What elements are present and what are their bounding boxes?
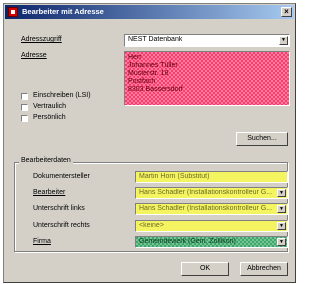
vertraulich-checkbox[interactable]: [21, 104, 28, 111]
bearbeiter-label: Bearbeiter: [33, 189, 66, 196]
cancel-button[interactable]: Abbrechen: [240, 262, 288, 276]
unterschrift-links-label: Unterschrift links: [33, 205, 85, 212]
chevron-down-icon[interactable]: ▼: [277, 222, 286, 230]
bearbeiter-dropdown[interactable]: Hans Schadler (Installationskontrolleur …: [135, 187, 288, 199]
chevron-down-icon[interactable]: ▼: [277, 205, 286, 213]
firma-dropdown[interactable]: Gemeindewerk (Gem. Zollikon) ▼: [135, 236, 288, 248]
vertraulich-label: Vertraulich: [33, 103, 67, 110]
ok-button[interactable]: OK: [181, 262, 229, 276]
einschreiben-label: Einschreiben (LSI): [33, 92, 91, 99]
chevron-down-icon[interactable]: ▼: [277, 238, 286, 246]
close-button[interactable]: ×: [281, 7, 292, 17]
unterschrift-links-value: Hans Schadler (Installationskontrolleur …: [139, 205, 273, 212]
unterschrift-rechts-label: Unterschrift rechts: [33, 222, 90, 229]
chevron-down-icon[interactable]: ▼: [279, 36, 288, 45]
unterschrift-links-dropdown[interactable]: Hans Schadler (Installationskontrolleur …: [135, 203, 288, 215]
chevron-down-icon[interactable]: ▼: [277, 189, 286, 197]
address-field[interactable]: Herr Johannes Tüller Musterstr. 18 Postf…: [124, 51, 290, 106]
suchen-button[interactable]: Suchen...: [236, 132, 288, 146]
bearbeiterdaten-title: Bearbeiterdaten: [19, 157, 73, 164]
firma-value: Gemeindewerk (Gem. Zollikon): [139, 238, 236, 245]
address-line: Herr: [128, 54, 142, 61]
firma-label: Firma: [33, 238, 51, 245]
adresse-label: Adresse: [21, 52, 47, 59]
bearbeiter-value: Hans Schadler (Installationskontrolleur …: [139, 189, 273, 196]
dokumentersteller-value: Martin Horn (Substitut): [139, 173, 210, 180]
adresszugriff-dropdown[interactable]: NEST Datenbank ▼: [124, 34, 290, 47]
address-line: Postfach: [128, 78, 156, 85]
dokumentersteller-label: Dokumentersteller: [33, 173, 90, 180]
address-lines: Herr Johannes Tüller Musterstr. 18 Postf…: [128, 54, 183, 94]
address-line: Musterstr. 18: [128, 70, 169, 77]
address-line: 8303 Bassersdorf: [128, 86, 183, 93]
adresszugriff-label: Adresszugriff: [21, 36, 62, 43]
adresszugriff-value: NEST Datenbank: [128, 36, 183, 43]
app-icon: [8, 7, 18, 17]
unterschrift-rechts-value: <keine>: [139, 222, 164, 229]
address-line: Johannes Tüller: [128, 62, 178, 69]
persoenlich-label: Persönlich: [33, 114, 66, 121]
title-bar[interactable]: Bearbeiter mit Adresse ×: [5, 5, 294, 19]
persoenlich-checkbox[interactable]: [21, 115, 28, 122]
unterschrift-rechts-dropdown[interactable]: <keine> ▼: [135, 220, 288, 232]
einschreiben-checkbox[interactable]: [21, 93, 28, 100]
dokumentersteller-field: Martin Horn (Substitut): [135, 171, 288, 183]
window-title: Bearbeiter mit Adresse: [22, 7, 104, 16]
